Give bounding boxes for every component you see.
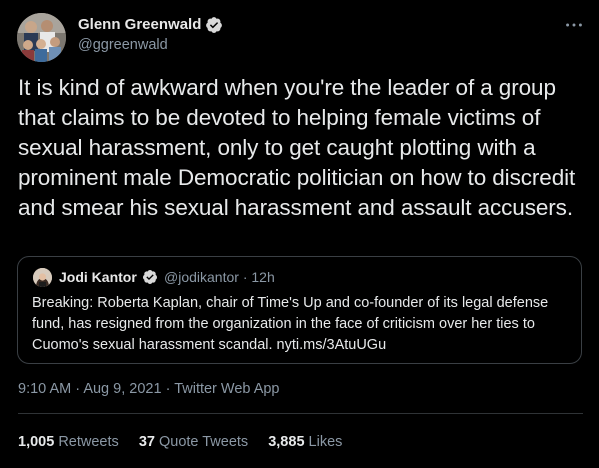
quoted-tweet-text: Breaking: Roberta Kaplan, chair of Time'… xyxy=(32,295,549,353)
avatar-photo-icon xyxy=(17,13,66,62)
author-name[interactable]: Glenn Greenwald xyxy=(78,16,201,33)
likes-stat[interactable]: 3,885 Likes xyxy=(268,434,342,450)
tweet-time-link[interactable]: 9:10 AM · Aug 9, 2021 xyxy=(18,381,166,397)
author-handle[interactable]: @ggreenwald xyxy=(78,37,168,53)
tweet-source-link[interactable]: Twitter Web App xyxy=(174,381,279,397)
tweet-timestamp: 9:10 AM · Aug 9, 2021 · Twitter Web App xyxy=(18,381,280,397)
timestamp-separator-2: · xyxy=(165,381,171,397)
retweets-count: 1,005 xyxy=(18,434,55,450)
quote-tweets-label: Quote Tweets xyxy=(158,434,249,450)
retweets-label: Retweets xyxy=(58,434,119,450)
quote-tweets-count: 37 xyxy=(138,434,155,450)
quoted-avatar-photo-icon xyxy=(33,268,52,287)
likes-label: Likes xyxy=(308,434,343,450)
quoted-tweet-meta: @jodikantor · 12h xyxy=(164,269,275,285)
quoted-author-handle: @jodikantor xyxy=(164,269,239,285)
retweets-stat[interactable]: 1,005 Retweets xyxy=(18,434,119,450)
quoted-tweet-age: 12h xyxy=(251,269,275,285)
quoted-meta-separator: · xyxy=(242,269,248,285)
quoted-tweet[interactable]: Jodi Kantor @jodikantor · 12h Breaking: … xyxy=(17,256,582,364)
tweet-time: 9:10 AM xyxy=(18,381,72,397)
more-options-icon[interactable] xyxy=(563,14,585,36)
engagement-stats: 1,005 Retweets 37 Quote Tweets 3,885 Lik… xyxy=(18,434,358,450)
timestamp-separator: · xyxy=(75,381,81,397)
tweet-text: It is kind of awkward when you're the le… xyxy=(18,75,576,220)
quoted-author-name: Jodi Kantor xyxy=(59,269,137,285)
quote-tweets-stat[interactable]: 37 Quote Tweets xyxy=(139,434,248,450)
quoted-verified-badge-icon xyxy=(142,270,157,284)
likes-count: 3,885 xyxy=(268,434,305,450)
author-avatar[interactable] xyxy=(17,13,66,62)
divider-top xyxy=(18,413,583,414)
verified-badge-icon xyxy=(206,17,222,33)
tweet-card: Glenn Greenwald @ggreenwald It is kind o… xyxy=(0,0,599,468)
quoted-author-avatar xyxy=(33,268,52,287)
tweet-date: Aug 9, 2021 xyxy=(83,381,162,397)
